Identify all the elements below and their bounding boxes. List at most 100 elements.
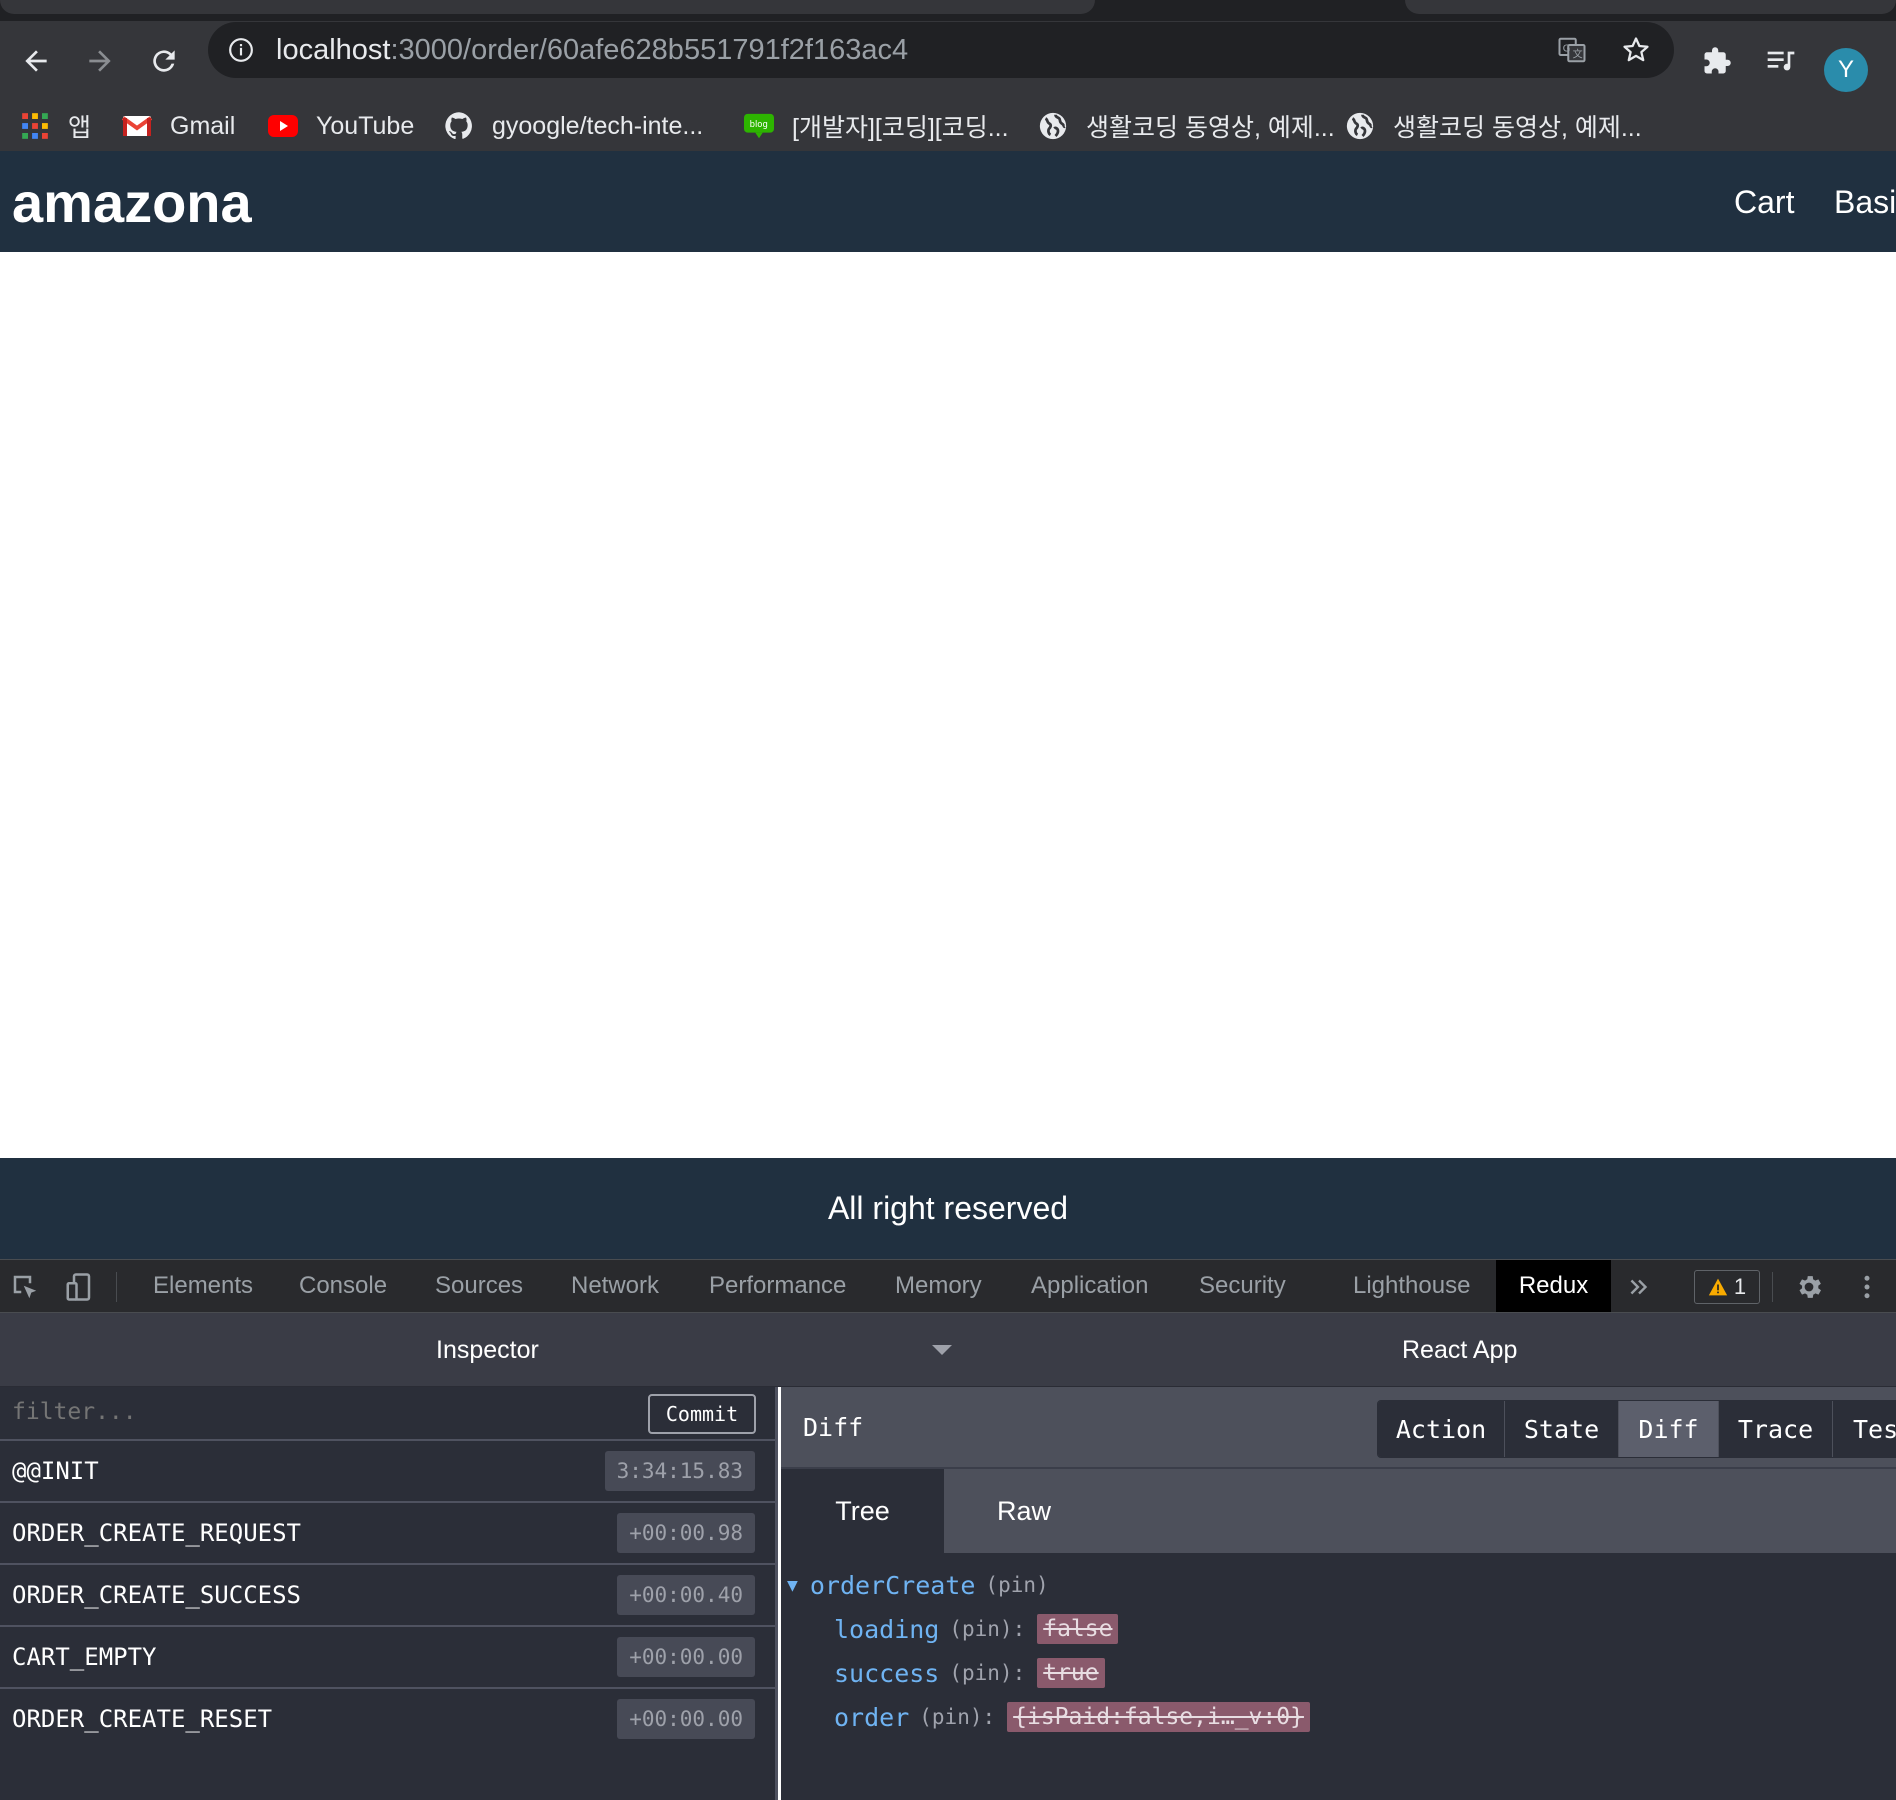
- tab-tree[interactable]: Tree: [781, 1469, 944, 1553]
- monitor-selector[interactable]: Inspector: [436, 1335, 539, 1365]
- chevron-down-icon[interactable]: [930, 1343, 954, 1357]
- nav-user-link[interactable]: Basi: [1834, 183, 1896, 221]
- pin-link[interactable]: (pin): [985, 1573, 1048, 1597]
- translate-icon[interactable]: G文: [1556, 34, 1588, 66]
- tree-node-root[interactable]: ▼ orderCreate (pin): [787, 1565, 1049, 1605]
- expand-caret-icon[interactable]: ▼: [787, 1575, 798, 1596]
- puzzle-icon: [1704, 47, 1731, 74]
- bookmark-opentutorials-2[interactable]: 생활코딩 동영상, 예제...: [1345, 109, 1642, 143]
- queue-music-icon: [1767, 51, 1795, 71]
- star-bookmark-icon[interactable]: [1620, 34, 1652, 66]
- bookmark-label: 생활코딩 동영상, 예제...: [1086, 114, 1335, 142]
- tab-action[interactable]: Action: [1378, 1401, 1505, 1457]
- reload-button[interactable]: [144, 41, 184, 81]
- apps-grid-icon: [20, 111, 50, 141]
- action-name: ORDER_CREATE_RESET: [12, 1705, 273, 1733]
- action-filter-input[interactable]: [12, 1399, 512, 1425]
- tree-key: order: [834, 1702, 910, 1732]
- gmail-icon: [122, 111, 152, 141]
- github-icon: [444, 111, 474, 141]
- back-button[interactable]: [16, 41, 56, 81]
- action-item[interactable]: ORDER_CREATE_RESET +00:00.00: [0, 1689, 775, 1751]
- tree-key: loading: [834, 1614, 940, 1644]
- warnings-counter[interactable]: 1: [1694, 1270, 1760, 1304]
- nav-cart-link[interactable]: Cart: [1734, 183, 1794, 221]
- action-name: CART_EMPTY: [12, 1643, 157, 1671]
- action-name: ORDER_CREATE_SUCCESS: [12, 1581, 301, 1609]
- diff-view-tabs: Tree Raw: [781, 1469, 1896, 1553]
- url-path: :3000/order/60afe628b551791f2f163ac4: [390, 34, 909, 66]
- settings-gear-icon[interactable]: [1792, 1270, 1826, 1304]
- address-bar[interactable]: localhost:3000/order/60afe628b551791f2f1…: [208, 22, 1674, 78]
- inspect-element-icon[interactable]: [8, 1270, 42, 1304]
- site-footer: All right reserved: [0, 1158, 1896, 1259]
- pin-link[interactable]: (pin): [949, 1617, 1012, 1641]
- bookmark-opentutorials-1[interactable]: 생활코딩 동영상, 예제...: [1038, 109, 1335, 143]
- tab-trace[interactable]: Trace: [1719, 1401, 1833, 1457]
- brand-logo-link[interactable]: amazona: [12, 171, 252, 235]
- bookmark-youtube[interactable]: YouTube: [268, 109, 414, 143]
- tab-lighthouse[interactable]: Lighthouse: [1353, 1260, 1470, 1312]
- tab-console[interactable]: Console: [299, 1260, 387, 1312]
- profile-avatar[interactable]: Y: [1824, 48, 1868, 92]
- globe-icon: [1345, 111, 1375, 141]
- pin-link[interactable]: (pin): [949, 1661, 1012, 1685]
- diff-tree: ▼ orderCreate (pin) loading (pin) : fals…: [781, 1553, 1896, 1800]
- svg-text:文: 文: [1573, 48, 1583, 61]
- tab-network[interactable]: Network: [571, 1260, 659, 1312]
- warning-icon: [1708, 1278, 1728, 1296]
- tree-colon: :: [982, 1705, 996, 1729]
- tab-elements[interactable]: Elements: [153, 1260, 253, 1312]
- bookmark-gmail[interactable]: Gmail: [122, 109, 235, 143]
- arrow-right-icon: [89, 50, 111, 72]
- bookmark-label: Gmail: [170, 111, 236, 140]
- action-item[interactable]: CART_EMPTY +00:00.00: [0, 1627, 775, 1689]
- svg-text:G: G: [1563, 43, 1571, 54]
- arrow-left-icon: [25, 50, 47, 72]
- bookmark-blog[interactable]: blog [개발자][코딩][코딩...: [744, 109, 1009, 143]
- removed-value: true: [1037, 1658, 1105, 1688]
- instance-selector[interactable]: React App: [1402, 1335, 1517, 1365]
- tab-raw[interactable]: Raw: [944, 1469, 1104, 1553]
- tab-application[interactable]: Application: [1031, 1260, 1148, 1312]
- bookmark-github[interactable]: gyoogle/tech-inte...: [444, 109, 703, 143]
- commit-button[interactable]: Commit: [648, 1394, 756, 1434]
- footer-text: All right reserved: [827, 1190, 1069, 1226]
- tree-node: order (pin) : {isPaid:false,i…_v:0}: [834, 1697, 1310, 1737]
- tab-diff[interactable]: Diff: [1619, 1401, 1719, 1457]
- browser-tab[interactable]: [1405, 0, 1896, 14]
- action-name: @@INIT: [12, 1457, 99, 1485]
- bookmark-apps[interactable]: 앱: [20, 109, 91, 143]
- tree-key: orderCreate: [809, 1570, 976, 1600]
- media-control-button[interactable]: [1761, 41, 1801, 81]
- toolbar-divider: [1772, 1272, 1773, 1302]
- action-item[interactable]: ORDER_CREATE_SUCCESS +00:00.40: [0, 1565, 775, 1627]
- browser-tab[interactable]: [0, 0, 1095, 14]
- globe-icon: [1038, 111, 1068, 141]
- action-time: +00:00.98: [617, 1513, 755, 1553]
- extensions-button[interactable]: [1697, 41, 1737, 81]
- tab-security[interactable]: Security: [1199, 1260, 1286, 1312]
- pin-link[interactable]: (pin): [919, 1705, 982, 1729]
- more-tabs-icon[interactable]: [1622, 1270, 1656, 1304]
- page-content: [0, 252, 1896, 1158]
- devtools-tabbar: Elements Console Sources Network Perform…: [0, 1259, 1896, 1313]
- action-item[interactable]: ORDER_CREATE_REQUEST +00:00.98: [0, 1503, 775, 1565]
- tab-memory[interactable]: Memory: [895, 1260, 982, 1312]
- more-options-icon[interactable]: [1850, 1270, 1884, 1304]
- removed-value[interactable]: {isPaid:false,i…_v:0}: [1007, 1702, 1310, 1732]
- tab-test[interactable]: Tes: [1833, 1401, 1896, 1457]
- tab-state[interactable]: State: [1505, 1401, 1619, 1457]
- preview-title: Diff: [803, 1413, 864, 1442]
- device-toolbar-icon[interactable]: [62, 1270, 96, 1304]
- info-icon[interactable]: [228, 37, 254, 63]
- preview-mode-tabs: Action State Diff Trace Tes: [1377, 1400, 1896, 1458]
- tab-sources[interactable]: Sources: [435, 1260, 523, 1312]
- tree-key: success: [834, 1658, 940, 1688]
- action-item[interactable]: @@INIT 3:34:15.83: [0, 1441, 775, 1503]
- tab-redux[interactable]: Redux: [1496, 1260, 1611, 1312]
- bookmark-label: 앱: [68, 114, 92, 142]
- tab-performance[interactable]: Performance: [709, 1260, 846, 1312]
- forward-button[interactable]: [80, 41, 120, 81]
- bookmark-label: [개발자][코딩][코딩...: [792, 114, 1009, 142]
